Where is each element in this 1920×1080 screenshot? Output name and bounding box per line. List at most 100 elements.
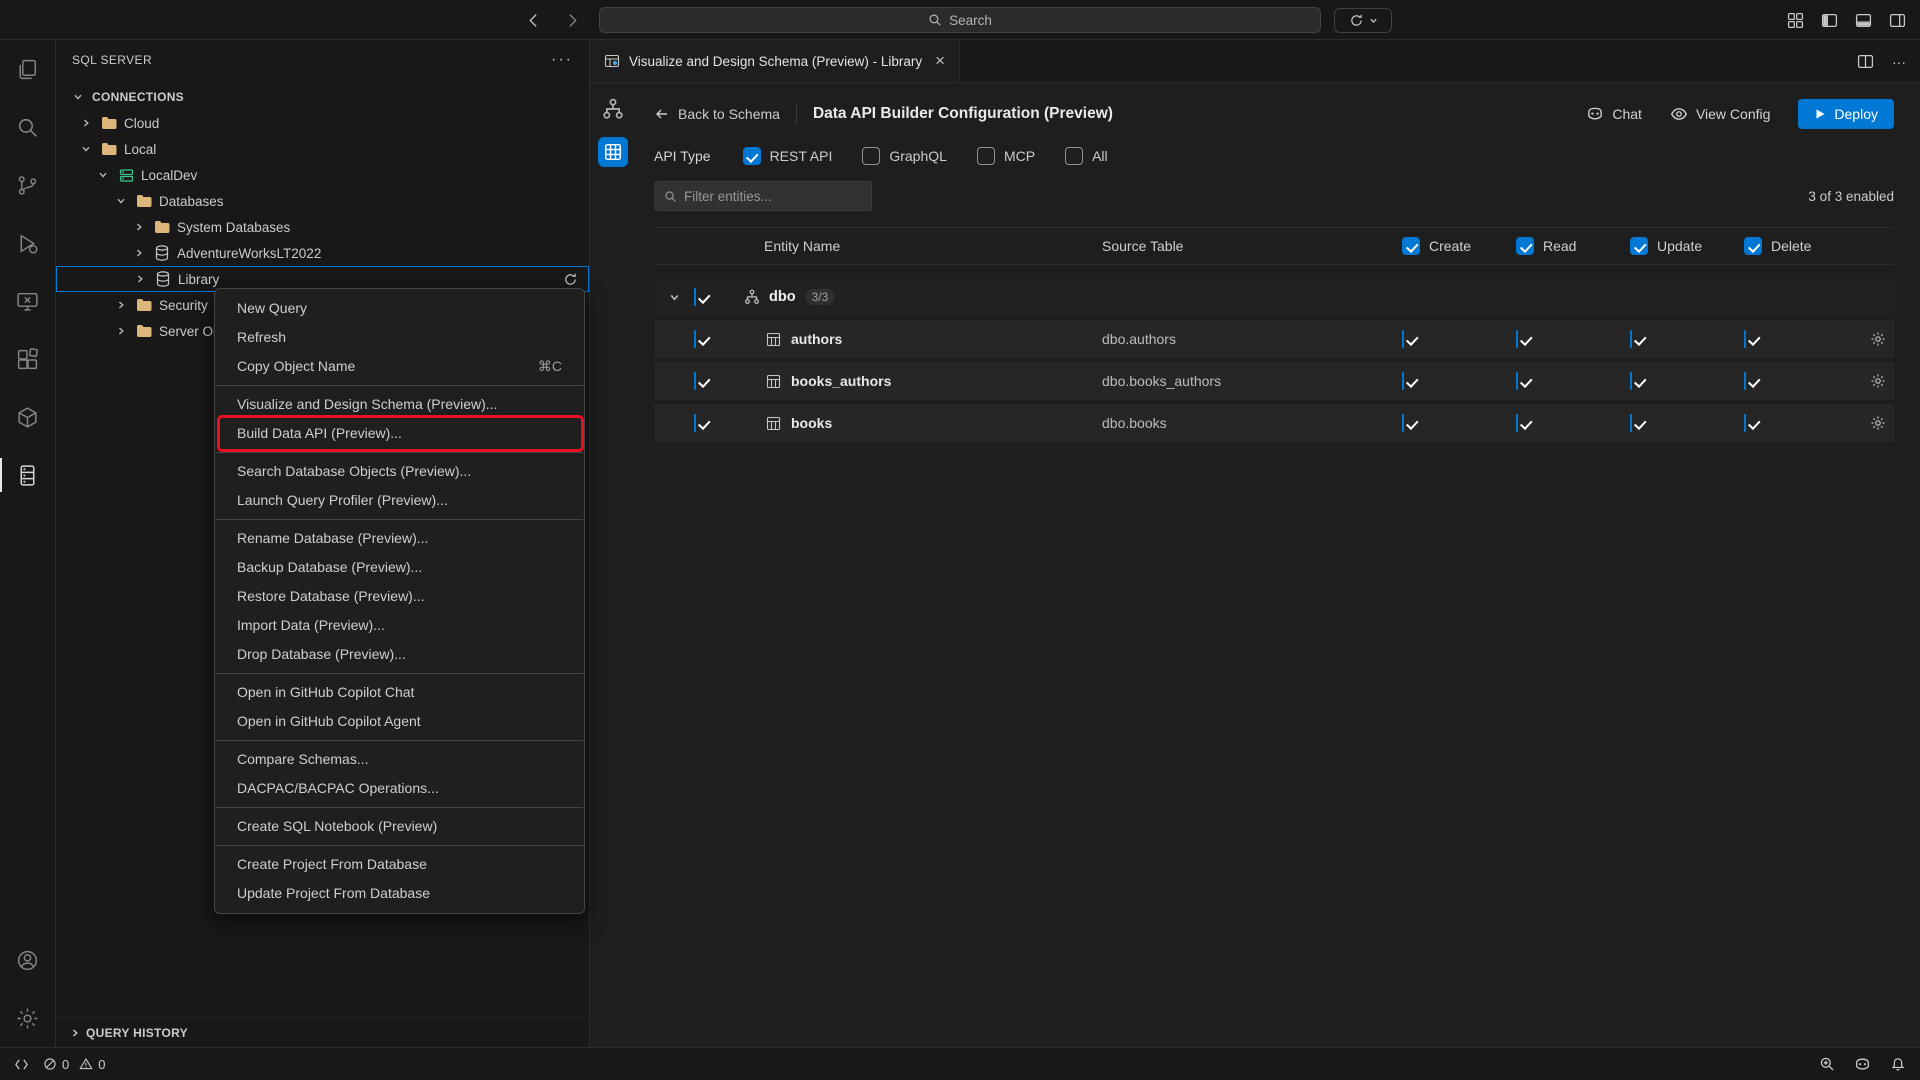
tab-visualize-design-schema[interactable]: Visualize and Design Schema (Preview) - … xyxy=(590,40,960,82)
menu-item-search-database-objects[interactable]: Search Database Objects (Preview)... xyxy=(215,457,584,486)
menu-item-build-data-api[interactable]: Build Data API (Preview)... xyxy=(215,419,584,448)
delete-checkbox[interactable] xyxy=(1744,372,1746,390)
menu-item-open-copilot-agent[interactable]: Open in GitHub Copilot Agent xyxy=(215,707,584,736)
menu-item-update-project-from-database[interactable]: Update Project From Database xyxy=(215,879,584,908)
sidebar-more-actions-icon[interactable]: ··· xyxy=(551,51,573,69)
menu-item-backup-database[interactable]: Backup Database (Preview)... xyxy=(215,553,584,582)
row-checkbox[interactable] xyxy=(694,330,696,348)
tree-item-cloud[interactable]: Cloud xyxy=(56,110,589,136)
search-command-center[interactable]: Search xyxy=(599,7,1321,33)
create-all-checkbox[interactable] xyxy=(1402,237,1420,255)
problems-indicator[interactable]: 0 0 xyxy=(43,1057,105,1072)
split-editor-icon[interactable] xyxy=(1857,53,1874,70)
menu-item-copy-object-name[interactable]: Copy Object Name⌘C xyxy=(215,352,584,381)
chat-button[interactable]: Chat xyxy=(1586,105,1642,123)
graphql-checkbox[interactable] xyxy=(862,147,880,165)
tree-item-local[interactable]: Local xyxy=(56,136,589,162)
menu-item-new-query[interactable]: New Query xyxy=(215,294,584,323)
close-icon[interactable]: × xyxy=(935,51,945,71)
data-api-grid-view-icon[interactable] xyxy=(598,137,628,167)
create-checkbox[interactable] xyxy=(1402,372,1404,390)
filter-entities-input[interactable] xyxy=(654,181,872,211)
row-checkbox[interactable] xyxy=(694,372,696,390)
source-control-icon[interactable] xyxy=(0,156,55,214)
query-history-section[interactable]: QUERY HISTORY xyxy=(56,1017,589,1047)
session-loop-button[interactable] xyxy=(1334,8,1392,33)
explorer-icon[interactable] xyxy=(0,40,55,98)
customize-layout-icon[interactable] xyxy=(1787,12,1804,29)
api-type-option-all[interactable]: All xyxy=(1065,147,1108,165)
zoom-icon[interactable] xyxy=(1819,1056,1835,1072)
read-checkbox[interactable] xyxy=(1516,330,1518,348)
read-checkbox[interactable] xyxy=(1516,372,1518,390)
menu-item-refresh[interactable]: Refresh xyxy=(215,323,584,352)
read-checkbox[interactable] xyxy=(1516,414,1518,432)
filter-entities-field[interactable] xyxy=(684,189,862,204)
api-type-option-graphql[interactable]: GraphQL xyxy=(862,147,947,165)
view-config-button[interactable]: View Config xyxy=(1670,105,1770,123)
menu-item-import-data[interactable]: Import Data (Preview)... xyxy=(215,611,584,640)
menu-item-restore-database[interactable]: Restore Database (Preview)... xyxy=(215,582,584,611)
account-icon[interactable] xyxy=(0,931,55,989)
entity-row-authors[interactable]: authors dbo.authors xyxy=(654,320,1894,358)
menu-item-visualize-design-schema[interactable]: Visualize and Design Schema (Preview)... xyxy=(215,390,584,419)
remote-indicator-icon[interactable] xyxy=(14,1057,29,1072)
row-settings-gear-icon[interactable] xyxy=(1870,331,1886,347)
update-checkbox[interactable] xyxy=(1630,372,1632,390)
all-checkbox[interactable] xyxy=(1065,147,1083,165)
group-checkbox[interactable] xyxy=(694,288,696,306)
editor-more-actions-icon[interactable]: ··· xyxy=(1892,54,1906,70)
rest-api-checkbox[interactable] xyxy=(743,147,761,165)
delete-checkbox[interactable] xyxy=(1744,414,1746,432)
back-to-schema-link[interactable]: Back to Schema xyxy=(654,106,780,122)
menu-item-create-project-from-database[interactable]: Create Project From Database xyxy=(215,850,584,879)
schema-diagram-view-icon[interactable] xyxy=(598,94,628,124)
chevron-down-icon[interactable] xyxy=(654,292,694,303)
deploy-button[interactable]: Deploy xyxy=(1798,99,1894,129)
refresh-icon[interactable] xyxy=(563,272,578,287)
back-arrow-icon[interactable] xyxy=(525,12,542,29)
api-type-option-rest[interactable]: REST API xyxy=(743,147,833,165)
row-settings-gear-icon[interactable] xyxy=(1870,415,1886,431)
toggle-sidebar-right-icon[interactable] xyxy=(1889,12,1906,29)
menu-item-create-sql-notebook[interactable]: Create SQL Notebook (Preview) xyxy=(215,812,584,841)
menu-item-compare-schemas[interactable]: Compare Schemas... xyxy=(215,745,584,774)
delete-all-checkbox[interactable] xyxy=(1744,237,1762,255)
create-checkbox[interactable] xyxy=(1402,414,1404,432)
forward-arrow-icon[interactable] xyxy=(564,12,581,29)
tree-item-localdev[interactable]: LocalDev xyxy=(56,162,589,188)
entity-row-books-authors[interactable]: books_authors dbo.books_authors xyxy=(654,362,1894,400)
toggle-panel-icon[interactable] xyxy=(1855,12,1872,29)
delete-checkbox[interactable] xyxy=(1744,330,1746,348)
search-sidebar-icon[interactable] xyxy=(0,98,55,156)
update-checkbox[interactable] xyxy=(1630,414,1632,432)
update-all-checkbox[interactable] xyxy=(1630,237,1648,255)
tree-item-system-databases[interactable]: System Databases xyxy=(56,214,589,240)
sql-server-extension-icon[interactable] xyxy=(0,446,55,504)
settings-gear-icon[interactable] xyxy=(0,989,55,1047)
create-checkbox[interactable] xyxy=(1402,330,1404,348)
update-checkbox[interactable] xyxy=(1630,330,1632,348)
menu-item-open-copilot-chat[interactable]: Open in GitHub Copilot Chat xyxy=(215,678,584,707)
menu-item-dacpac-bacpac[interactable]: DACPAC/BACPAC Operations... xyxy=(215,774,584,803)
menu-item-drop-database[interactable]: Drop Database (Preview)... xyxy=(215,640,584,669)
row-checkbox[interactable] xyxy=(694,414,696,432)
copilot-status-icon[interactable] xyxy=(1854,1056,1871,1073)
entity-row-books[interactable]: books dbo.books xyxy=(654,404,1894,442)
extensions-icon[interactable] xyxy=(0,330,55,388)
menu-item-launch-query-profiler[interactable]: Launch Query Profiler (Preview)... xyxy=(215,486,584,515)
menu-item-rename-database[interactable]: Rename Database (Preview)... xyxy=(215,524,584,553)
remote-explorer-icon[interactable] xyxy=(0,272,55,330)
run-debug-icon[interactable] xyxy=(0,214,55,272)
toggle-sidebar-left-icon[interactable] xyxy=(1821,12,1838,29)
notifications-bell-icon[interactable] xyxy=(1890,1056,1906,1072)
mcp-checkbox[interactable] xyxy=(977,147,995,165)
database-projects-icon[interactable] xyxy=(0,388,55,446)
api-type-option-mcp[interactable]: MCP xyxy=(977,147,1035,165)
tree-item-databases[interactable]: Databases xyxy=(56,188,589,214)
tree-item-adventureworks[interactable]: AdventureWorksLT2022 xyxy=(56,240,589,266)
row-settings-gear-icon[interactable] xyxy=(1870,373,1886,389)
schema-group-row-dbo[interactable]: dbo 3/3 xyxy=(654,278,1894,316)
read-all-checkbox[interactable] xyxy=(1516,237,1534,255)
tree-section-connections[interactable]: CONNECTIONS xyxy=(56,84,589,110)
